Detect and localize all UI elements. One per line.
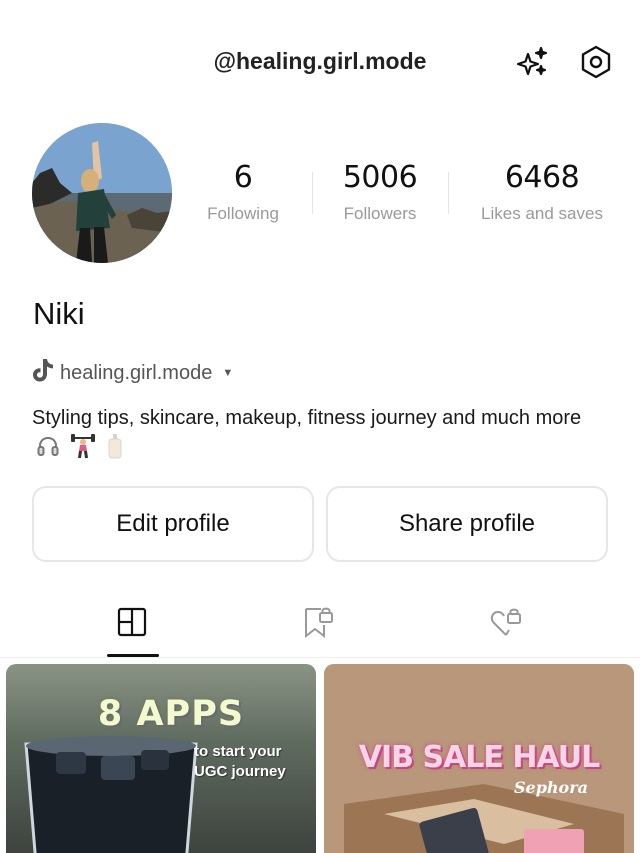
profile-header: @healing.girl.mode <box>0 0 640 120</box>
followers-label: Followers <box>343 204 417 223</box>
weightlifter-icon <box>70 433 96 468</box>
bio-text: Styling tips, skincare, makeup, fitness … <box>32 407 582 429</box>
headphones-icon <box>36 434 60 467</box>
likes-saves-label: Likes and saves <box>481 204 603 223</box>
post-tile[interactable]: VIB SALE HAUL Sephora <box>324 664 634 853</box>
stat-divider <box>312 172 313 214</box>
tiktok-link[interactable]: healing.girl.mode ▼ <box>32 358 233 388</box>
settings-icon[interactable] <box>576 42 616 82</box>
post-tile[interactable]: 8 APPS to start your UGC journey <box>6 664 316 853</box>
heart-lock-icon <box>489 605 523 644</box>
sparkle-icon[interactable] <box>512 42 552 82</box>
grid-icon <box>117 607 147 642</box>
tab-posts[interactable] <box>108 604 156 644</box>
profile-name: Niki <box>33 296 85 331</box>
post-subtitle: to start your UGC journey <box>194 743 286 780</box>
stat-likes-saves[interactable]: 6468 Likes and saves <box>470 160 614 224</box>
active-tab-indicator <box>107 654 159 657</box>
followers-count: 5006 <box>342 160 418 195</box>
post-subtitle: Sephora <box>514 778 589 797</box>
stat-followers[interactable]: 5006 Followers <box>330 160 430 224</box>
tiktok-handle: healing.girl.mode <box>60 361 213 384</box>
caret-down-icon: ▼ <box>222 367 234 379</box>
post-title: VIB SALE HAUL <box>358 740 600 775</box>
likes-saves-count: 6468 <box>504 160 580 195</box>
profile-tabs <box>0 600 640 658</box>
stat-following[interactable]: 6 Following <box>194 160 292 224</box>
following-count: 6 <box>233 160 253 195</box>
share-profile-button[interactable]: Share profile <box>326 486 608 562</box>
stat-divider <box>448 172 449 214</box>
post-title: 8 APPS <box>97 694 245 734</box>
avatar[interactable] <box>32 123 172 263</box>
lotion-bottle-icon <box>105 433 125 468</box>
following-label: Following <box>207 204 279 223</box>
tab-saved[interactable] <box>294 604 342 644</box>
profile-bio: Styling tips, skincare, makeup, fitness … <box>32 404 612 468</box>
tiktok-icon <box>32 358 54 388</box>
iced-drink-image <box>24 736 198 853</box>
edit-profile-button[interactable]: Edit profile <box>32 486 314 562</box>
tab-liked[interactable] <box>482 604 530 644</box>
bookmark-lock-icon <box>301 605 335 644</box>
